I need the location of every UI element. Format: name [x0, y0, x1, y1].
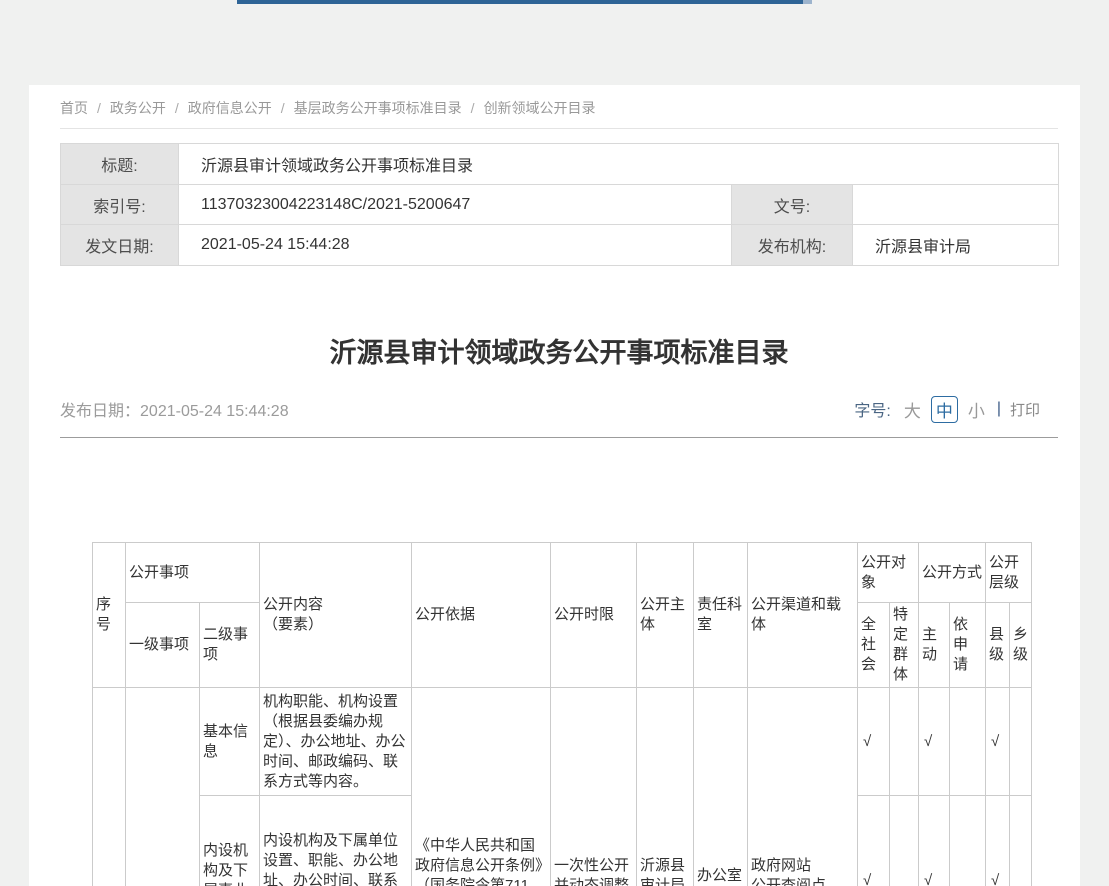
- font-size-label: 字号:: [854, 397, 890, 421]
- breadcrumb-separator: /: [281, 100, 285, 116]
- cell-disclosure-basis: 《中华人民共和国政府信息公开条例》（国务院令第711号）: [412, 688, 551, 886]
- publish-date-label: 发布日期：: [60, 403, 140, 420]
- header-upon-request: 依申请: [950, 603, 986, 688]
- meta-index-label: 索引号:: [61, 185, 179, 225]
- meta-date-label: 发文日期:: [61, 225, 179, 266]
- check-county-level: √: [986, 688, 1010, 796]
- breadcrumb: 首页 / 政务公开 / 政府信息公开 / 基层政务公开事项标准目录 / 创新领域公开目录: [60, 98, 1058, 118]
- header-disclosure-deadline: 公开时限: [551, 543, 637, 688]
- header-disclosure-level: 公开层级: [986, 543, 1032, 603]
- header-whole-society: 全社会: [858, 603, 890, 688]
- page-title: 沂源县审计领域政务公开事项标准目录: [60, 335, 1058, 371]
- top-nav-bottom-bar: [237, 0, 803, 4]
- breadcrumb-xinxi[interactable]: 政府信息公开: [188, 100, 272, 116]
- cell-level1-item: [126, 688, 200, 886]
- publish-row: 发布日期：2021-05-24 15:44:28 字号: 大 中 小 | 打印: [60, 394, 1040, 424]
- header-level2-item: 二级事项: [200, 603, 260, 688]
- header-specific-group: 特定群体: [890, 603, 919, 688]
- header-level1-item: 一级事项: [126, 603, 200, 688]
- breadcrumb-separator: /: [471, 100, 475, 116]
- publish-date: 发布日期：2021-05-24 15:44:28: [60, 397, 289, 421]
- cell-disclosure-subject: 沂源县审计局: [637, 688, 694, 886]
- disclosure-catalog-table: 序号 公开事项 公开内容 （要素） 公开依据 公开时限 公开主体 责任科室 公开…: [92, 542, 1032, 886]
- top-nav-bottom-bar-tail: [803, 0, 812, 4]
- check-upon-request: [950, 796, 986, 886]
- header-disclosure-basis: 公开依据: [412, 543, 551, 688]
- check-township-level: [1010, 688, 1032, 796]
- check-proactive: √: [919, 688, 950, 796]
- breadcrumb-current[interactable]: 创新领域公开目录: [484, 100, 596, 116]
- font-size-medium-button[interactable]: 中: [931, 396, 958, 423]
- meta-title-label: 标题:: [61, 144, 179, 185]
- check-proactive: √: [919, 796, 950, 886]
- meta-agency-value: 沂源县审计局: [853, 225, 1059, 266]
- meta-title-value: 沂源县审计领域政务公开事项标准目录: [179, 144, 1059, 185]
- check-upon-request: [950, 688, 986, 796]
- header-disclosure-content: 公开内容 （要素）: [260, 543, 412, 688]
- document-meta-table: 标题: 沂源县审计领域政务公开事项标准目录 索引号: 1137032300422…: [60, 143, 1059, 266]
- meta-date-value: 2021-05-24 15:44:28: [179, 225, 732, 266]
- header-disclosure-item: 公开事项: [126, 543, 260, 603]
- cell-level2-item: 基本信息: [200, 688, 260, 796]
- font-size-large-button[interactable]: 大: [904, 397, 921, 422]
- check-specific-group: [890, 688, 919, 796]
- header-channel-carrier: 公开渠道和载体: [748, 543, 858, 688]
- breadcrumb-zhengwu[interactable]: 政务公开: [110, 100, 166, 116]
- check-whole-society: √: [858, 796, 890, 886]
- check-township-level: [1010, 796, 1032, 886]
- cell-disclosure-content: 机构职能、机构设置（根据县委编办规定）、办公地址、办公时间、邮政编码、联系方式等…: [260, 688, 412, 796]
- check-specific-group: [890, 796, 919, 886]
- meta-docnum-value: [853, 185, 1059, 225]
- header-disclosure-target: 公开对象: [858, 543, 919, 603]
- print-button[interactable]: 打印: [1010, 399, 1040, 420]
- breadcrumb-separator: /: [175, 100, 179, 116]
- header-disclosure-method: 公开方式: [919, 543, 986, 603]
- cell-disclosure-deadline: 一次性公开并动态调整: [551, 688, 637, 886]
- cell-serial-number: [93, 688, 126, 886]
- check-county-level: √: [986, 796, 1010, 886]
- font-size-controls: 字号: 大 中 小 | 打印: [854, 396, 1040, 423]
- cell-channel-carrier: 政府网站 公开查阅点: [748, 688, 858, 886]
- publish-date-value: 2021-05-24 15:44:28: [140, 403, 289, 420]
- font-size-small-button[interactable]: 小: [968, 397, 985, 422]
- title-divider: [60, 437, 1058, 438]
- header-county-level: 县级: [986, 603, 1010, 688]
- header-township-level: 乡级: [1010, 603, 1032, 688]
- meta-index-value: 11370323004223148C/2021-5200647: [179, 185, 732, 225]
- header-serial-number: 序号: [93, 543, 126, 688]
- breadcrumb-biaozhun-mulu[interactable]: 基层政务公开事项标准目录: [294, 100, 462, 116]
- breadcrumb-separator: /: [97, 100, 101, 116]
- check-whole-society: √: [858, 688, 890, 796]
- meta-agency-label: 发布机构:: [732, 225, 853, 266]
- breadcrumb-home[interactable]: 首页: [60, 100, 88, 116]
- cell-responsible-office: 办公室: [694, 688, 748, 886]
- cell-disclosure-content: 内设机构及下属单位设置、职能、办公地址、办公时间、联系方式、负责人姓名等内容。: [260, 796, 412, 886]
- header-responsible-office: 责任科室: [694, 543, 748, 688]
- meta-docnum-label: 文号:: [732, 185, 853, 225]
- header-proactive: 主动: [919, 603, 950, 688]
- header-disclosure-subject: 公开主体: [637, 543, 694, 688]
- print-separator: |: [997, 400, 1001, 418]
- page: 首页 / 政务公开 / 政府信息公开 / 基层政务公开事项标准目录 / 创新领域公开目录 标题:…: [0, 0, 1109, 886]
- breadcrumb-divider: [60, 128, 1058, 129]
- cell-level2-item: 内设机构及下属事业单位: [200, 796, 260, 886]
